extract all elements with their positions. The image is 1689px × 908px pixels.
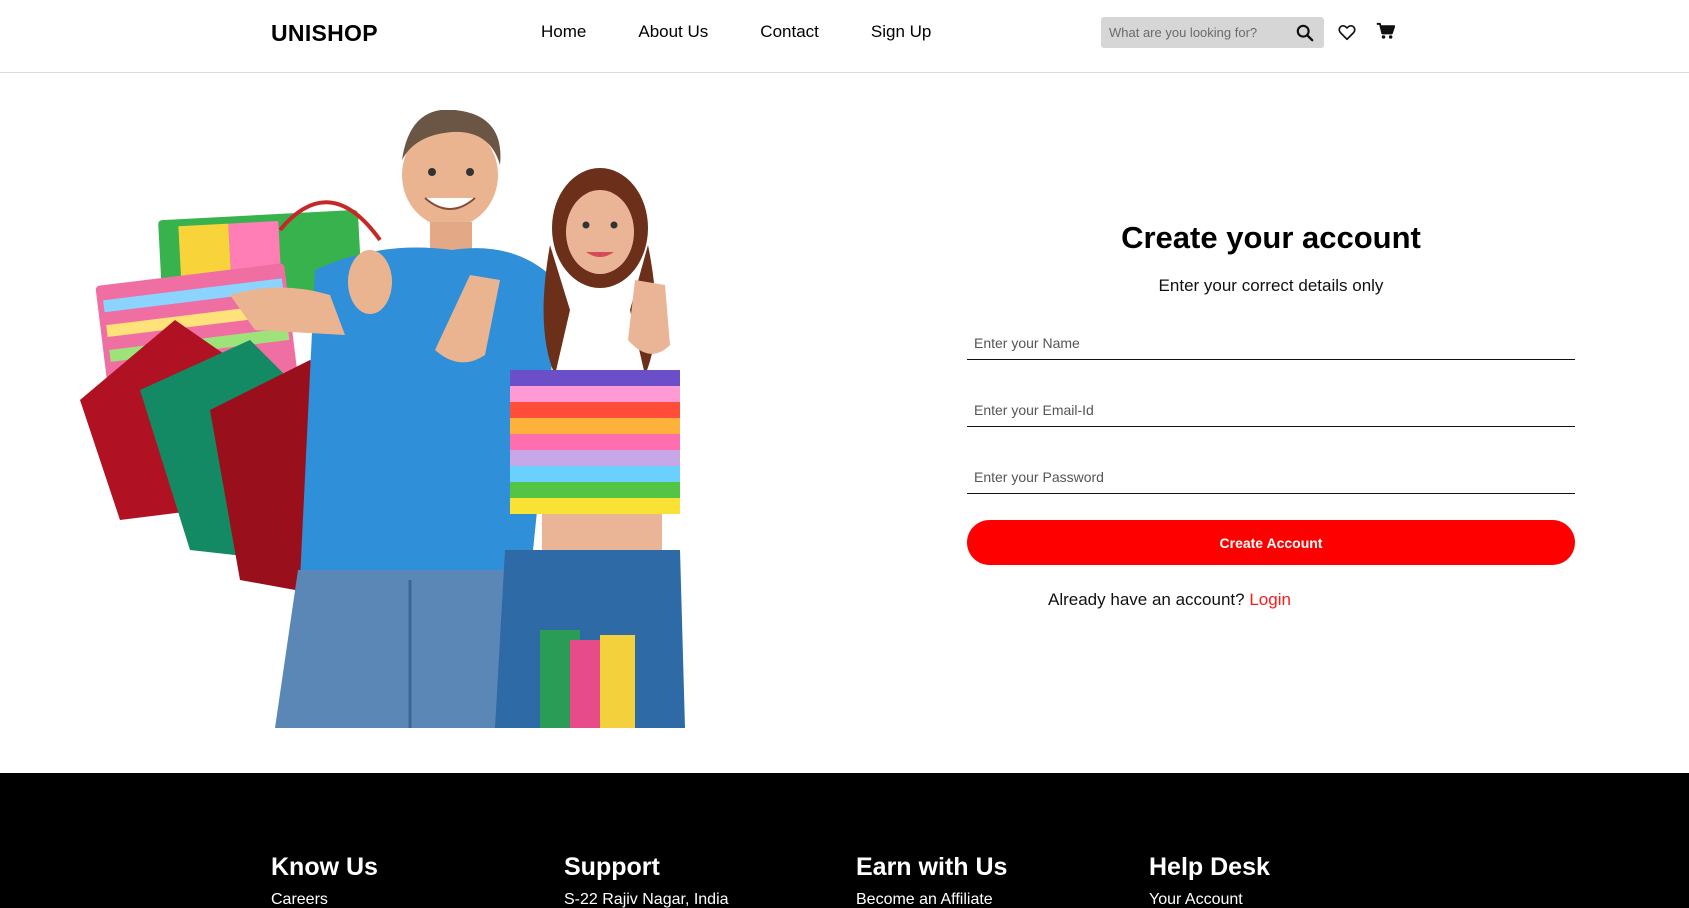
form-subtitle: Enter your correct details only [1158,276,1384,295]
hero-image-shoppers [80,109,760,728]
footer-link[interactable]: Careers [271,891,378,908]
email-field[interactable] [967,381,1575,427]
heart-icon[interactable] [1338,24,1356,41]
site-header: UNISHOP Home About Us Contact Sign Up [0,0,1689,73]
footer-link[interactable]: Your Account [1149,891,1270,908]
password-field[interactable] [967,448,1575,494]
footer-heading: Earn with Us [856,853,1008,881]
shopping-couple-illustration [80,109,685,728]
login-prompt-text: Already have an account? [1048,590,1245,609]
nav-contact[interactable]: Contact [760,22,819,42]
footer-col-help-desk: Help Desk Your Account [1149,853,1270,908]
search-icon[interactable] [1296,24,1314,42]
name-field[interactable] [967,314,1575,360]
site-logo[interactable]: UNISHOP [271,20,378,47]
cart-icon[interactable] [1376,22,1395,40]
nav-sign-up[interactable]: Sign Up [871,22,931,42]
main-nav: Home About Us Contact Sign Up [541,22,931,42]
footer-heading: Help Desk [1149,853,1270,881]
search-box [1101,17,1324,48]
footer-heading: Know Us [271,853,378,881]
search-input[interactable] [1101,17,1286,48]
nav-about-us[interactable]: About Us [638,22,708,42]
footer-col-earn-with-us: Earn with Us Become an Affiliate [856,853,1007,908]
nav-home[interactable]: Home [541,22,586,42]
footer-col-know-us: Know Us Careers [271,853,378,908]
form-title: Create your account [1121,220,1421,255]
signup-form: Create your account Enter your correct d… [967,220,1575,610]
login-prompt-line: Already have an account? Login [967,590,1575,610]
footer-col-support: Support S-22 Rajiv Nagar, India [564,853,729,908]
create-account-button[interactable]: Create Account [967,520,1575,565]
footer-link[interactable]: S-22 Rajiv Nagar, India [564,891,729,908]
site-footer: Know Us Careers Support S-22 Rajiv Nagar… [0,773,1689,908]
striped-shirt [510,370,680,514]
footer-link[interactable]: Become an Affiliate [856,891,1007,908]
small-shopping-bags [540,630,635,728]
login-link[interactable]: Login [1249,590,1291,609]
footer-heading: Support [564,853,660,881]
